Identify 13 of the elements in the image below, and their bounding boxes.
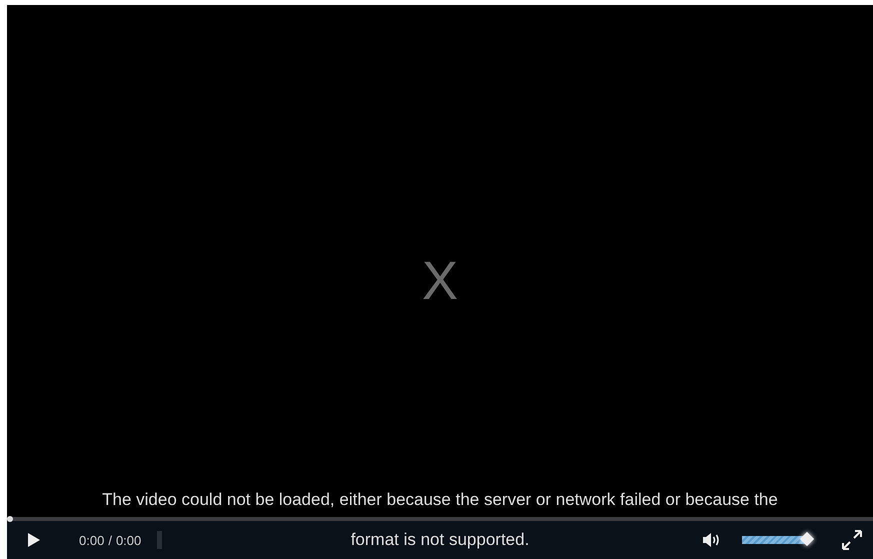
separator-bar xyxy=(157,531,162,549)
current-time: 0:00 xyxy=(79,532,104,548)
error-message: The video could not be loaded, either because the server or network failed or because the xyxy=(102,490,778,510)
error-mark: X xyxy=(422,251,458,311)
fullscreen-icon[interactable] xyxy=(841,529,863,551)
play-icon xyxy=(27,532,41,548)
time-separator: / xyxy=(108,532,112,548)
progress-track[interactable] xyxy=(7,517,873,521)
speaker-icon[interactable] xyxy=(702,532,722,548)
error-message: format is not supported. xyxy=(350,530,530,550)
volume-handle[interactable] xyxy=(800,532,814,546)
duration-time: 0:00 xyxy=(116,532,142,548)
progress-handle[interactable] xyxy=(7,516,13,522)
